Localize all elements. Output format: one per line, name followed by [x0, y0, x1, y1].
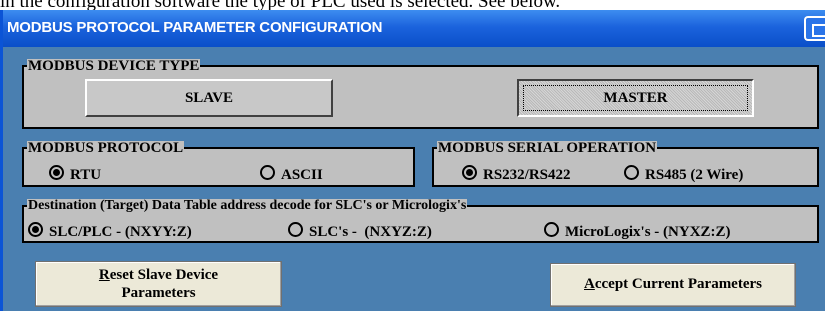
accept-parameters-button[interactable]: Accept Current Parameters	[550, 263, 796, 307]
protocol-group: MODBUS PROTOCOL RTU ASCII	[22, 141, 415, 187]
decode-option-slc-plc[interactable]: SLC/PLC - (NXYY:Z)	[28, 222, 192, 240]
reset-label-line2: Parameters	[121, 285, 196, 301]
protocol-legend: MODBUS PROTOCOL	[27, 140, 185, 156]
protocol-option-rtu[interactable]: RTU	[49, 165, 101, 183]
decode-option-micrologix[interactable]: MicroLogix's - (NYXZ:Z)	[544, 222, 731, 240]
slc-plc-label: SLC/PLC - (NXYY:Z)	[49, 224, 192, 240]
accept-hotkey: A	[584, 276, 595, 292]
radio-unselected-icon	[544, 222, 559, 237]
rs232-label: RS232/RS422	[483, 167, 571, 183]
decode-group: Destination (Target) Data Table address …	[22, 199, 819, 243]
reset-label-line1: eset Slave Device	[109, 267, 219, 283]
protocol-option-ascii[interactable]: ASCII	[260, 165, 323, 183]
decode-legend: Destination (Target) Data Table address …	[27, 198, 468, 213]
slave-button[interactable]: SLAVE	[85, 79, 333, 117]
config-window: MODBUS PROTOCOL PARAMETER CONFIGURATION …	[0, 10, 825, 311]
micrologix-label: MicroLogix's - (NYXZ:Z)	[565, 224, 731, 240]
serial-operation-group: MODBUS SERIAL OPERATION RS232/RS422 RS48…	[432, 141, 819, 187]
device-type-group: MODBUS DEVICE TYPE SLAVE MASTER	[22, 59, 819, 129]
reset-slave-parameters-button[interactable]: Reset Slave Device Parameters	[35, 261, 282, 307]
accept-label: ccept Current Parameters	[594, 276, 762, 292]
serial-option-rs232[interactable]: RS232/RS422	[462, 165, 571, 183]
window-title: MODBUS PROTOCOL PARAMETER CONFIGURATION	[7, 19, 383, 36]
radio-selected-icon	[462, 165, 477, 180]
slc-label: SLC's - (NXYZ:Z)	[309, 224, 432, 240]
slave-label: SLAVE	[184, 90, 234, 106]
master-label: MASTER	[603, 90, 668, 106]
radio-unselected-icon	[288, 222, 303, 237]
rtu-label: RTU	[70, 167, 102, 183]
serial-option-rs485[interactable]: RS485 (2 Wire)	[624, 165, 743, 183]
radio-selected-icon	[49, 165, 64, 180]
window-control-button[interactable]	[804, 16, 825, 41]
reset-hotkey: R	[98, 267, 110, 283]
title-bar[interactable]: MODBUS PROTOCOL PARAMETER CONFIGURATION	[3, 10, 825, 47]
ascii-label: ASCII	[281, 167, 323, 183]
restore-icon	[812, 24, 825, 37]
radio-selected-icon	[28, 222, 43, 237]
decode-option-slc[interactable]: SLC's - (NXYZ:Z)	[288, 222, 432, 240]
radio-unselected-icon	[624, 165, 639, 180]
serial-operation-legend: MODBUS SERIAL OPERATION	[437, 140, 658, 156]
radio-unselected-icon	[260, 165, 275, 180]
device-type-legend: MODBUS DEVICE TYPE	[27, 58, 201, 74]
master-button[interactable]: MASTER	[517, 79, 754, 117]
rs485-label: RS485 (2 Wire)	[645, 167, 744, 183]
